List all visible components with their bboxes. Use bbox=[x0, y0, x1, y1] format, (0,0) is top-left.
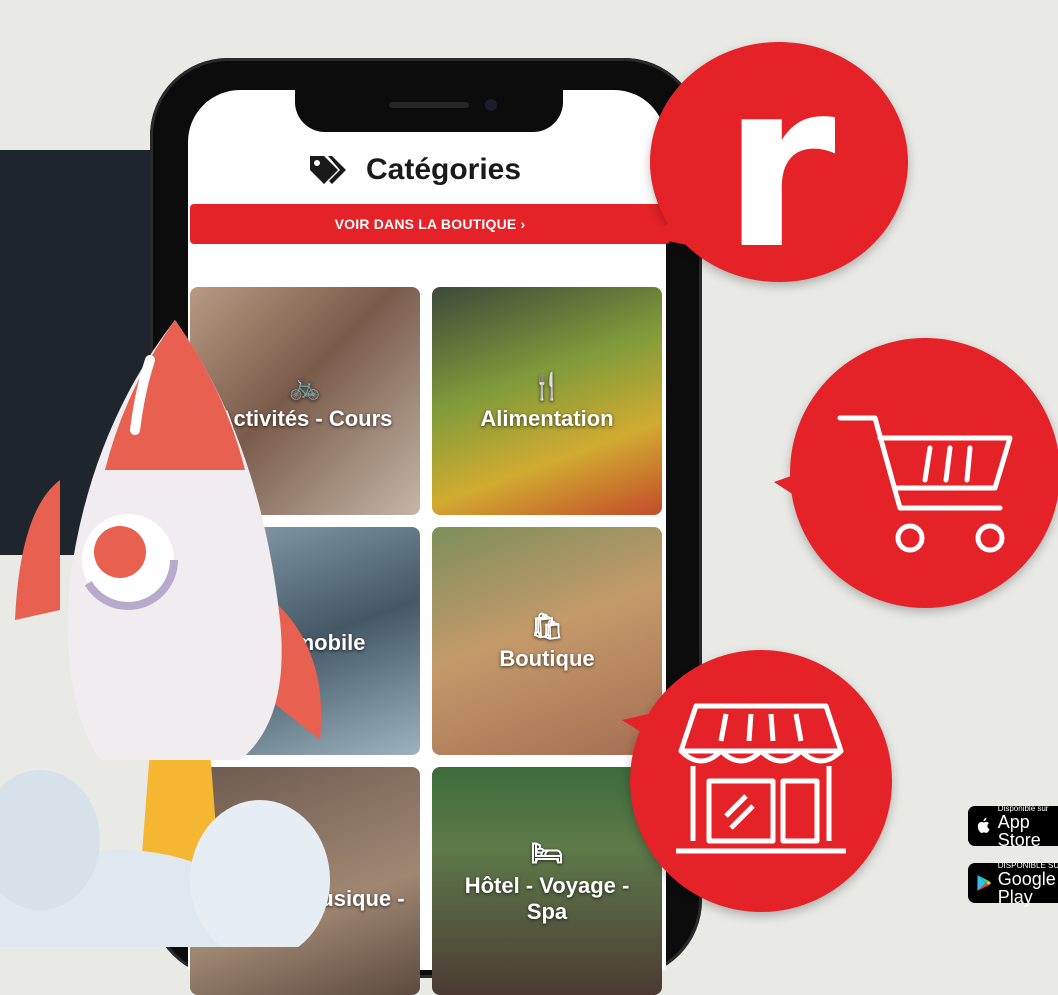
speaker-grille bbox=[389, 102, 469, 108]
app-store-big-text: App Store bbox=[997, 811, 1041, 850]
category-tile-hotel[interactable]: 🛏 Hôtel - Voyage - Spa bbox=[432, 767, 662, 995]
tag-icon bbox=[310, 156, 346, 184]
category-tile-alimentation[interactable]: 🍴 Alimentation bbox=[432, 287, 662, 515]
shopping-bag-icon: 🛍 bbox=[530, 610, 564, 641]
logo-badge: r bbox=[644, 33, 908, 300]
view-in-shop-button[interactable]: VOIR DANS LA BOUTIQUE › bbox=[190, 204, 670, 244]
bed-icon: 🛏 bbox=[530, 837, 564, 868]
category-label: Boutique bbox=[499, 645, 595, 671]
google-play-icon bbox=[977, 875, 992, 891]
google-play-big-text: Google Play bbox=[997, 868, 1056, 907]
badge-tail bbox=[774, 468, 814, 508]
page-title: Catégories bbox=[308, 150, 568, 190]
apple-icon bbox=[977, 817, 990, 834]
utensils-icon: 🍴 bbox=[530, 370, 564, 401]
google-play-button[interactable]: DISPONIBLE SUR Google Play bbox=[968, 861, 1058, 907]
cart-badge bbox=[774, 338, 1058, 608]
app-store-button[interactable]: Disponible sur App Store bbox=[968, 804, 1058, 850]
category-label: Hôtel - Voyage - Spa bbox=[464, 872, 630, 924]
title-text: Catégories bbox=[366, 153, 522, 186]
shopping-cart-icon bbox=[837, 415, 1013, 553]
phone-notch bbox=[295, 88, 563, 132]
r-logo-letter: r bbox=[722, 33, 836, 300]
badge-tail bbox=[644, 212, 692, 246]
front-camera bbox=[485, 99, 497, 111]
category-label: Alimentation bbox=[480, 405, 614, 431]
badge-tail bbox=[622, 710, 666, 748]
storefront-icon bbox=[676, 703, 846, 854]
store-badge bbox=[622, 650, 892, 912]
rocket-illustration bbox=[0, 320, 330, 947]
